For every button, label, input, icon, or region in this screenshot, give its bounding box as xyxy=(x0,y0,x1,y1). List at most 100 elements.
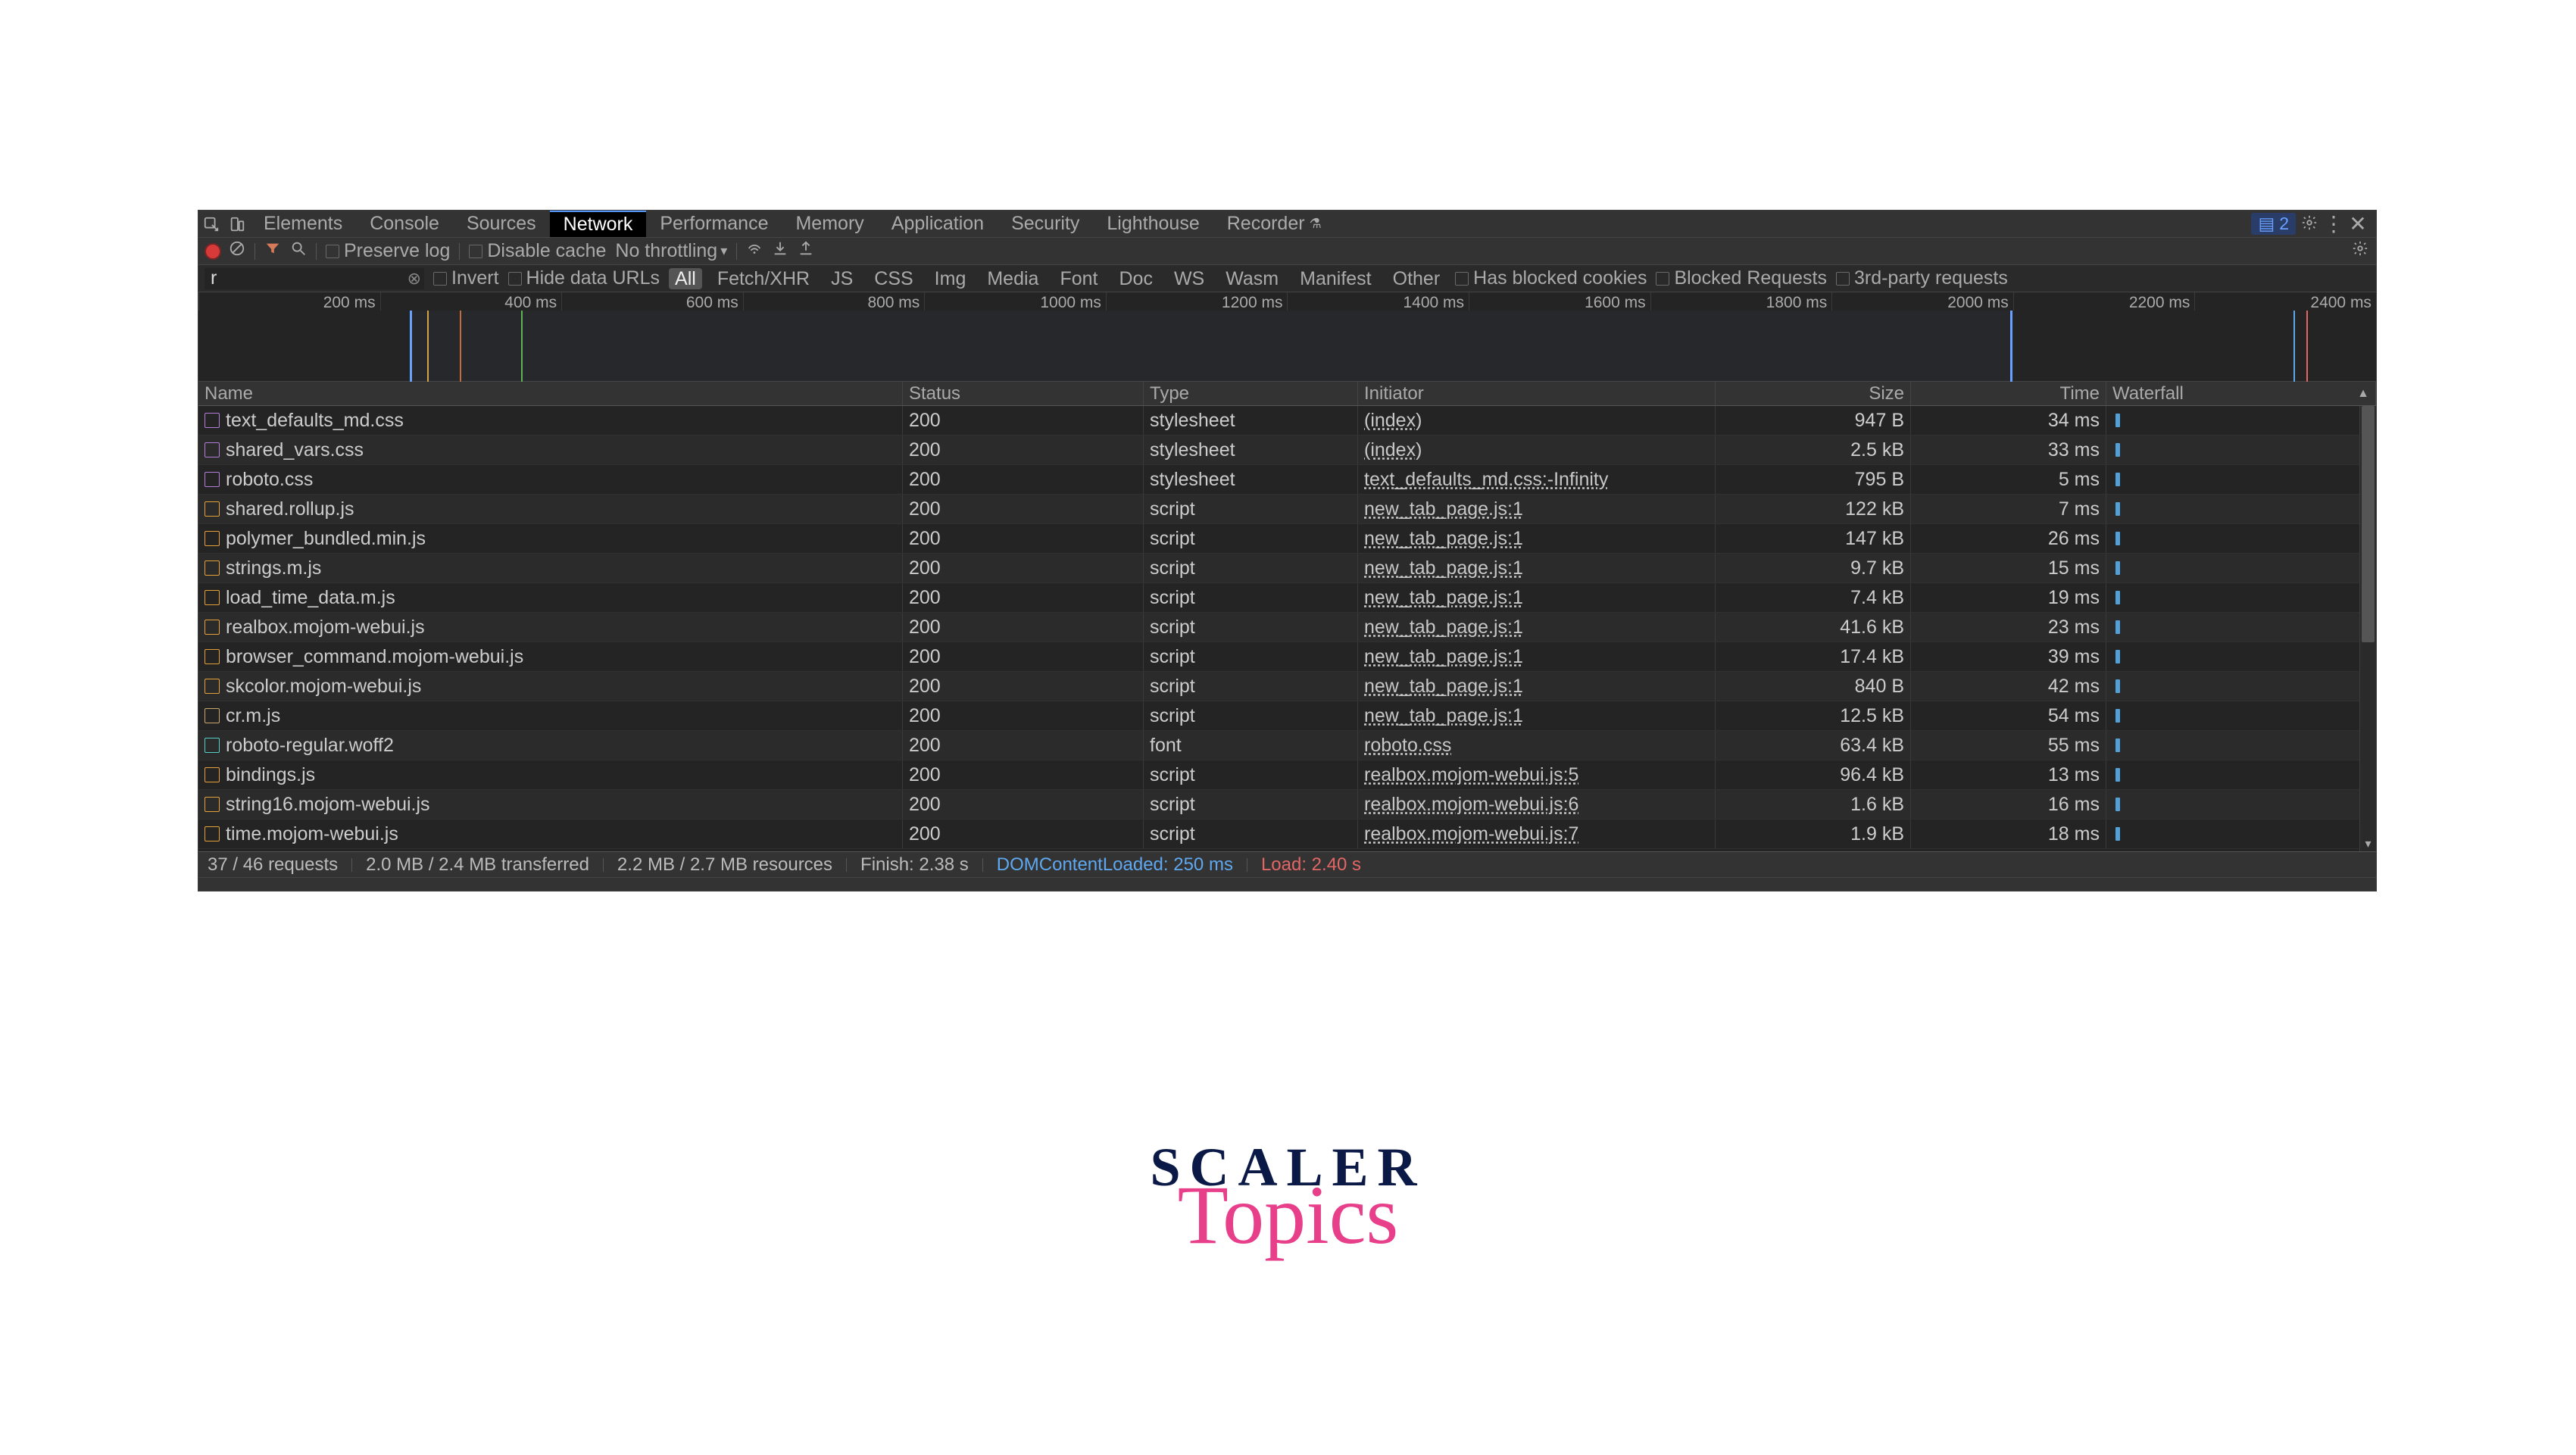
filter-type-media[interactable]: Media xyxy=(981,268,1044,289)
table-row[interactable]: load_time_data.m.js200scriptnew_tab_page… xyxy=(198,583,2376,613)
throttling-dropdown[interactable]: No throttling ▾ xyxy=(615,240,727,262)
filter-type-doc[interactable]: Doc xyxy=(1113,268,1158,289)
table-row[interactable]: browser_command.mojom-webui.js200scriptn… xyxy=(198,642,2376,672)
issues-button[interactable]: ▤ 2 xyxy=(2251,213,2296,235)
tab-console[interactable]: Console xyxy=(356,211,453,237)
scroll-thumb[interactable] xyxy=(2362,406,2375,642)
disable-cache-checkbox[interactable]: Disable cache xyxy=(469,240,606,262)
timeline-overview[interactable]: 200 ms 400 ms 600 ms 800 ms 1000 ms 1200… xyxy=(198,292,2376,382)
tab-sources[interactable]: Sources xyxy=(453,211,550,237)
header-initiator[interactable]: Initiator xyxy=(1358,382,1716,405)
initiator-link[interactable]: realbox.mojom-webui.js:6 xyxy=(1364,794,1578,816)
search-icon[interactable] xyxy=(290,240,307,262)
initiator-link[interactable]: realbox.mojom-webui.js:7 xyxy=(1364,823,1578,845)
tab-memory[interactable]: Memory xyxy=(782,211,877,237)
filter-type-img[interactable]: Img xyxy=(929,268,973,289)
table-row[interactable]: roboto-regular.woff2200fontroboto.css63.… xyxy=(198,731,2376,760)
filter-type-all[interactable]: All xyxy=(669,268,702,289)
initiator-link[interactable]: new_tab_page.js:1 xyxy=(1364,646,1523,668)
file-type-icon xyxy=(205,501,220,517)
header-name[interactable]: Name xyxy=(198,382,903,405)
filter-type-fetchxhr[interactable]: Fetch/XHR xyxy=(711,268,816,289)
tab-application[interactable]: Application xyxy=(878,211,998,237)
table-row[interactable]: string16.mojom-webui.js200scriptrealbox.… xyxy=(198,790,2376,820)
initiator-link[interactable]: text_defaults_md.css:-Infinity xyxy=(1364,469,1608,491)
initiator-link[interactable]: (index) xyxy=(1364,410,1422,432)
header-size[interactable]: Size xyxy=(1716,382,1911,405)
third-party-checkbox[interactable]: 3rd-party requests xyxy=(1836,267,2008,289)
header-type[interactable]: Type xyxy=(1144,382,1358,405)
table-row[interactable]: shared.rollup.js200scriptnew_tab_page.js… xyxy=(198,495,2376,524)
tab-recorder[interactable]: Recorder ⚗ xyxy=(1213,211,1335,237)
network-settings-gear-icon[interactable] xyxy=(2352,240,2368,262)
table-row[interactable]: strings.m.js200scriptnew_tab_page.js:19.… xyxy=(198,554,2376,583)
initiator-link[interactable]: new_tab_page.js:1 xyxy=(1364,528,1523,550)
invert-checkbox[interactable]: Invert xyxy=(433,267,499,289)
network-conditions-icon[interactable] xyxy=(746,240,763,262)
filter-type-manifest[interactable]: Manifest xyxy=(1294,268,1377,289)
table-row[interactable]: cr.m.js200scriptnew_tab_page.js:112.5 kB… xyxy=(198,701,2376,731)
status-cell: 200 xyxy=(903,760,1144,789)
third-party-label: 3rd-party requests xyxy=(1854,267,2008,289)
initiator-link[interactable]: new_tab_page.js:1 xyxy=(1364,498,1523,520)
timeline-graph[interactable] xyxy=(198,311,2376,382)
tab-network[interactable]: Network xyxy=(550,211,647,237)
initiator-link[interactable]: new_tab_page.js:1 xyxy=(1364,705,1523,727)
timeline-selection[interactable] xyxy=(410,311,2012,382)
filter-type-ws[interactable]: WS xyxy=(1168,268,1210,289)
blocked-requests-checkbox[interactable]: Blocked Requests xyxy=(1656,267,1827,289)
initiator-link[interactable]: new_tab_page.js:1 xyxy=(1364,557,1523,579)
preserve-log-checkbox[interactable]: Preserve log xyxy=(326,240,450,262)
close-devtools-icon[interactable]: ✕ xyxy=(2347,211,2368,236)
table-row[interactable]: skcolor.mojom-webui.js200scriptnew_tab_p… xyxy=(198,672,2376,701)
clear-filter-icon[interactable]: ⊗ xyxy=(407,269,421,289)
hide-data-urls-checkbox[interactable]: Hide data URLs xyxy=(508,267,660,289)
filter-input[interactable] xyxy=(205,268,424,289)
filter-type-css[interactable]: CSS xyxy=(868,268,919,289)
file-name: text_defaults_md.css xyxy=(226,410,404,432)
import-har-icon[interactable] xyxy=(772,240,788,262)
header-waterfall[interactable]: Waterfall ▲ xyxy=(2106,382,2376,405)
table-row[interactable]: polymer_bundled.min.js200scriptnew_tab_p… xyxy=(198,524,2376,554)
status-requests: 37 / 46 requests xyxy=(208,854,338,876)
header-status[interactable]: Status xyxy=(903,382,1144,405)
table-row[interactable]: time.mojom-webui.js200scriptrealbox.mojo… xyxy=(198,820,2376,849)
tab-lighthouse[interactable]: Lighthouse xyxy=(1093,211,1213,237)
filter-type-wasm[interactable]: Wasm xyxy=(1219,268,1285,289)
status-cell: 200 xyxy=(903,406,1144,435)
tab-security[interactable]: Security xyxy=(998,211,1093,237)
console-drawer-strip[interactable] xyxy=(198,877,2376,891)
filter-type-other[interactable]: Other xyxy=(1387,268,1447,289)
record-button[interactable] xyxy=(206,245,220,258)
settings-gear-icon[interactable] xyxy=(2299,212,2320,236)
initiator-link[interactable]: new_tab_page.js:1 xyxy=(1364,617,1523,639)
filter-toggle-icon[interactable] xyxy=(264,240,281,262)
initiator-link[interactable]: roboto.css xyxy=(1364,735,1451,757)
table-row[interactable]: text_defaults_md.css200stylesheet(index)… xyxy=(198,406,2376,436)
filter-type-js[interactable]: JS xyxy=(825,268,859,289)
inspect-element-icon[interactable] xyxy=(198,216,224,233)
tab-performance[interactable]: Performance xyxy=(646,211,782,237)
table-row[interactable]: realbox.mojom-webui.js200scriptnew_tab_p… xyxy=(198,613,2376,642)
initiator-link[interactable]: realbox.mojom-webui.js:5 xyxy=(1364,764,1578,786)
header-time[interactable]: Time xyxy=(1911,382,2106,405)
network-rows: text_defaults_md.css200stylesheet(index)… xyxy=(198,406,2376,851)
ruler-tick: 2400 ms xyxy=(2194,292,2376,311)
table-row[interactable]: bindings.js200scriptrealbox.mojom-webui.… xyxy=(198,760,2376,790)
initiator-link[interactable]: new_tab_page.js:1 xyxy=(1364,676,1523,698)
vertical-scrollbar[interactable]: ▴ ▾ xyxy=(2359,406,2376,851)
table-row[interactable]: roboto.css200stylesheettext_defaults_md.… xyxy=(198,465,2376,495)
device-toolbar-icon[interactable] xyxy=(224,216,250,233)
scroll-down-icon[interactable]: ▾ xyxy=(2360,836,2376,851)
caret-down-icon: ▾ xyxy=(720,243,727,259)
export-har-icon[interactable] xyxy=(798,240,814,262)
clear-button-icon[interactable] xyxy=(229,240,245,262)
initiator-link[interactable]: (index) xyxy=(1364,439,1422,461)
tab-elements[interactable]: Elements xyxy=(250,211,356,237)
filter-type-font[interactable]: Font xyxy=(1054,268,1104,289)
table-row[interactable]: shared_vars.css200stylesheet(index)2.5 k… xyxy=(198,436,2376,465)
has-blocked-cookies-checkbox[interactable]: Has blocked cookies xyxy=(1455,267,1647,289)
initiator-link[interactable]: new_tab_page.js:1 xyxy=(1364,587,1523,609)
checkbox-icon xyxy=(1656,272,1669,286)
more-menu-icon[interactable]: ⋮ xyxy=(2323,211,2344,236)
